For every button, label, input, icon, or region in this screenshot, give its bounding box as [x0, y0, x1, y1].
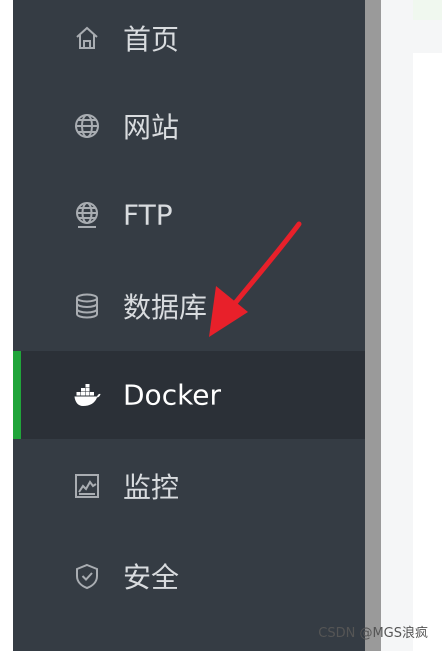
annotation-arrow: [209, 221, 302, 337]
watermark-text: CSDN @MGS浪疯: [318, 626, 428, 641]
